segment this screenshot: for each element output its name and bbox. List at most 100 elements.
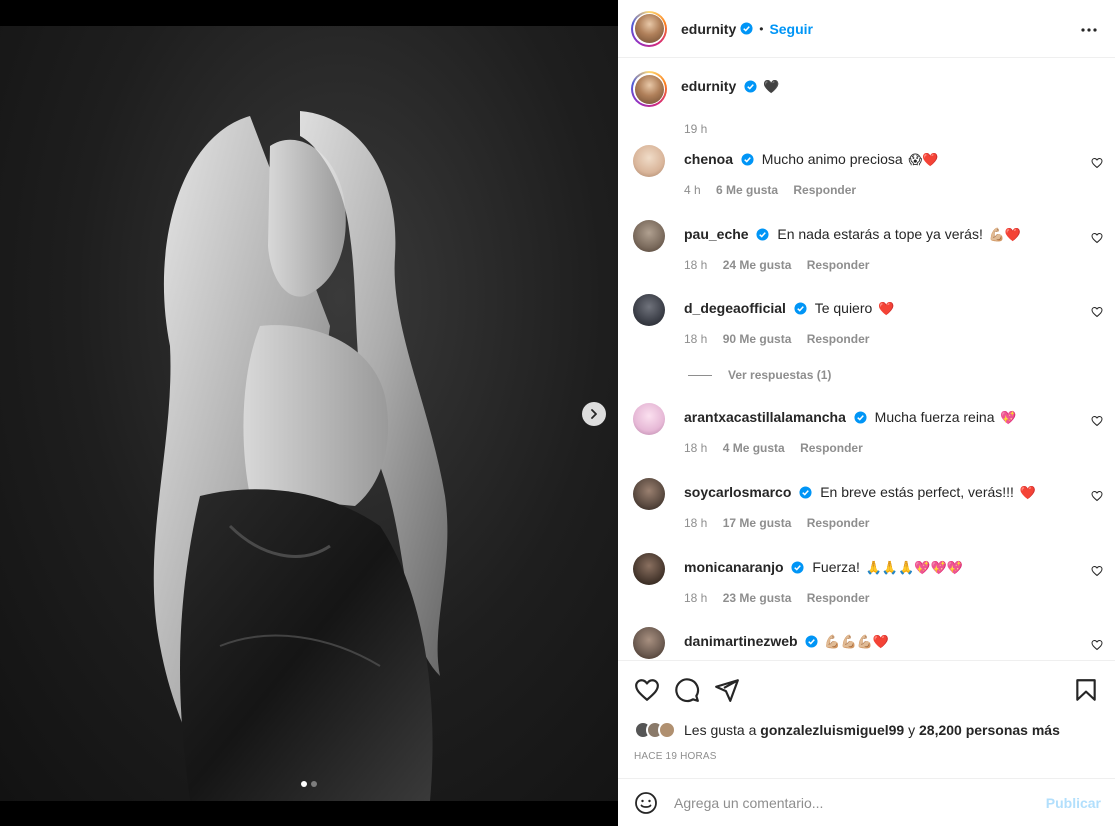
separator-bullet: • — [759, 21, 764, 36]
post-side-panel: edurnity • Seguir edurnity 🖤 19 h chenoa — [618, 0, 1115, 826]
comment-username[interactable]: danimartinezweb — [684, 633, 798, 649]
view-replies-button[interactable]: Ver respuestas (1) — [688, 368, 831, 382]
post-media — [0, 0, 618, 826]
post-actions: Les gusta a gonzalezluismiguel99 y 28,20… — [618, 660, 1115, 778]
comment-text: Mucho animo preciosa — [761, 151, 903, 167]
comment-avatar[interactable] — [633, 294, 665, 326]
reply-button[interactable]: Responder — [793, 183, 856, 197]
reply-button[interactable]: Responder — [807, 332, 870, 346]
comment-emoji: ❤️ — [878, 301, 895, 316]
likes-prefix: Les gusta a — [684, 722, 757, 738]
carousel-dot — [311, 781, 317, 787]
author-username[interactable]: edurnity — [681, 21, 736, 37]
likes-middle: y — [908, 722, 916, 738]
comment-username[interactable]: chenoa — [684, 151, 733, 167]
comment-text: En breve estás perfect, verás!!! — [820, 484, 1014, 500]
liker-avatar — [658, 721, 676, 739]
view-replies-label: Ver respuestas (1) — [728, 368, 832, 382]
comment-like-heart-icon[interactable] — [1091, 639, 1103, 651]
comment-avatar[interactable] — [633, 403, 665, 435]
comment-like-heart-icon[interactable] — [1091, 565, 1103, 577]
more-options-icon[interactable] — [1077, 18, 1101, 42]
comment-time[interactable]: 18 h — [684, 441, 707, 455]
comment-likes[interactable]: 90 Me gusta — [723, 332, 792, 346]
comment-emoji: 💖 — [1000, 410, 1017, 425]
verified-badge-icon — [756, 228, 770, 241]
bookmark-save-icon[interactable] — [1073, 677, 1099, 703]
comment-emoji: 💪🏼💪🏼💪🏼❤️ — [824, 634, 890, 649]
comment-text: Te quiero — [814, 300, 873, 316]
carousel-indicator — [0, 781, 618, 787]
likes-summary: Les gusta a gonzalezluismiguel99 y 28,20… — [634, 721, 1060, 739]
comment-emoji: 🙏🙏🙏💖💖💖 — [865, 560, 963, 575]
post-caption: edurnity 🖤 19 h — [631, 71, 780, 136]
caption-time: 19 h — [684, 122, 708, 136]
like-heart-icon[interactable] — [634, 677, 660, 703]
publish-button[interactable]: Publicar — [1046, 795, 1101, 811]
comment-emoji: ❤️ — [1019, 485, 1037, 500]
comment-like-heart-icon[interactable] — [1091, 415, 1103, 427]
photo-illustration — [153, 111, 448, 801]
comment-likes[interactable]: 6 Me gusta — [716, 183, 778, 197]
comment-likes[interactable]: 4 Me gusta — [723, 441, 785, 455]
comment-likes[interactable]: 24 Me gusta — [723, 258, 792, 272]
comment-time[interactable]: 18 h — [684, 258, 707, 272]
post-header: edurnity • Seguir — [618, 0, 1115, 58]
verified-badge-icon — [744, 80, 757, 93]
comment-time[interactable]: 18 h — [684, 591, 707, 605]
follow-button[interactable]: Seguir — [769, 21, 813, 37]
verified-badge-icon — [805, 635, 819, 648]
verified-badge-icon — [791, 561, 805, 574]
comment-text: En nada estarás a tope ya verás! — [777, 226, 983, 242]
comment-emoji: 💪🏼❤️ — [988, 227, 1022, 242]
add-comment-bar: Publicar — [618, 778, 1115, 826]
comment-username[interactable]: arantxacastillalamancha — [684, 409, 846, 425]
comment-likes[interactable]: 17 Me gusta — [723, 516, 792, 530]
comment-likes[interactable]: 23 Me gusta — [723, 591, 792, 605]
comment-time[interactable]: 18 h — [684, 332, 707, 346]
posted-time[interactable]: HACE 19 HORAS — [634, 751, 717, 762]
comment-like-heart-icon[interactable] — [1091, 232, 1103, 244]
comment-time[interactable]: 4 h — [684, 183, 701, 197]
comment-like-heart-icon[interactable] — [1091, 306, 1103, 318]
comment-avatar[interactable] — [633, 478, 665, 510]
comment-username[interactable]: soycarlosmarco — [684, 484, 791, 500]
reply-button[interactable]: Responder — [807, 258, 870, 272]
comment-time[interactable]: 18 h — [684, 516, 707, 530]
comment-avatar[interactable] — [633, 220, 665, 252]
author-avatar[interactable] — [631, 10, 667, 47]
likes-count[interactable]: 28,200 personas más — [919, 722, 1060, 738]
reply-button[interactable]: Responder — [807, 591, 870, 605]
comment-text: Mucha fuerza reina — [874, 409, 995, 425]
verified-badge-icon — [794, 302, 807, 315]
verified-badge-icon — [854, 411, 867, 424]
comment-username[interactable]: pau_eche — [684, 226, 749, 242]
comment-text: Fuerza! — [812, 559, 860, 575]
share-send-icon[interactable] — [714, 677, 740, 703]
caption-username[interactable]: edurnity — [681, 78, 736, 94]
caption-avatar[interactable] — [631, 71, 667, 107]
reply-button[interactable]: Responder — [800, 441, 863, 455]
comment-avatar[interactable] — [633, 145, 665, 177]
next-photo-button[interactable] — [582, 402, 606, 426]
verified-badge-icon — [740, 22, 753, 35]
comment-avatar[interactable] — [633, 553, 665, 585]
likes-user[interactable]: gonzalezluismiguel99 — [760, 722, 904, 738]
comment-emoji: 😱❤️ — [908, 152, 939, 167]
replies-divider-line — [688, 374, 712, 376]
emoji-smile-icon[interactable] — [634, 791, 658, 815]
liker-avatars — [634, 721, 676, 739]
caption-text: 🖤 — [763, 79, 780, 94]
reply-button[interactable]: Responder — [807, 516, 870, 530]
carousel-dot-active — [301, 781, 307, 787]
comment-username[interactable]: d_degeaofficial — [684, 300, 786, 316]
verified-badge-icon — [799, 486, 812, 499]
comment-username[interactable]: monicanaranjo — [684, 559, 784, 575]
comment-input[interactable] — [674, 794, 1034, 811]
comment-avatar[interactable] — [633, 627, 665, 659]
comment-like-heart-icon[interactable] — [1091, 490, 1103, 502]
post-photo — [0, 26, 618, 801]
comments-list[interactable]: edurnity 🖤 19 h chenoa Mucho animo preci… — [618, 59, 1115, 660]
comment-like-heart-icon[interactable] — [1091, 157, 1103, 169]
comment-bubble-icon[interactable] — [674, 677, 700, 703]
